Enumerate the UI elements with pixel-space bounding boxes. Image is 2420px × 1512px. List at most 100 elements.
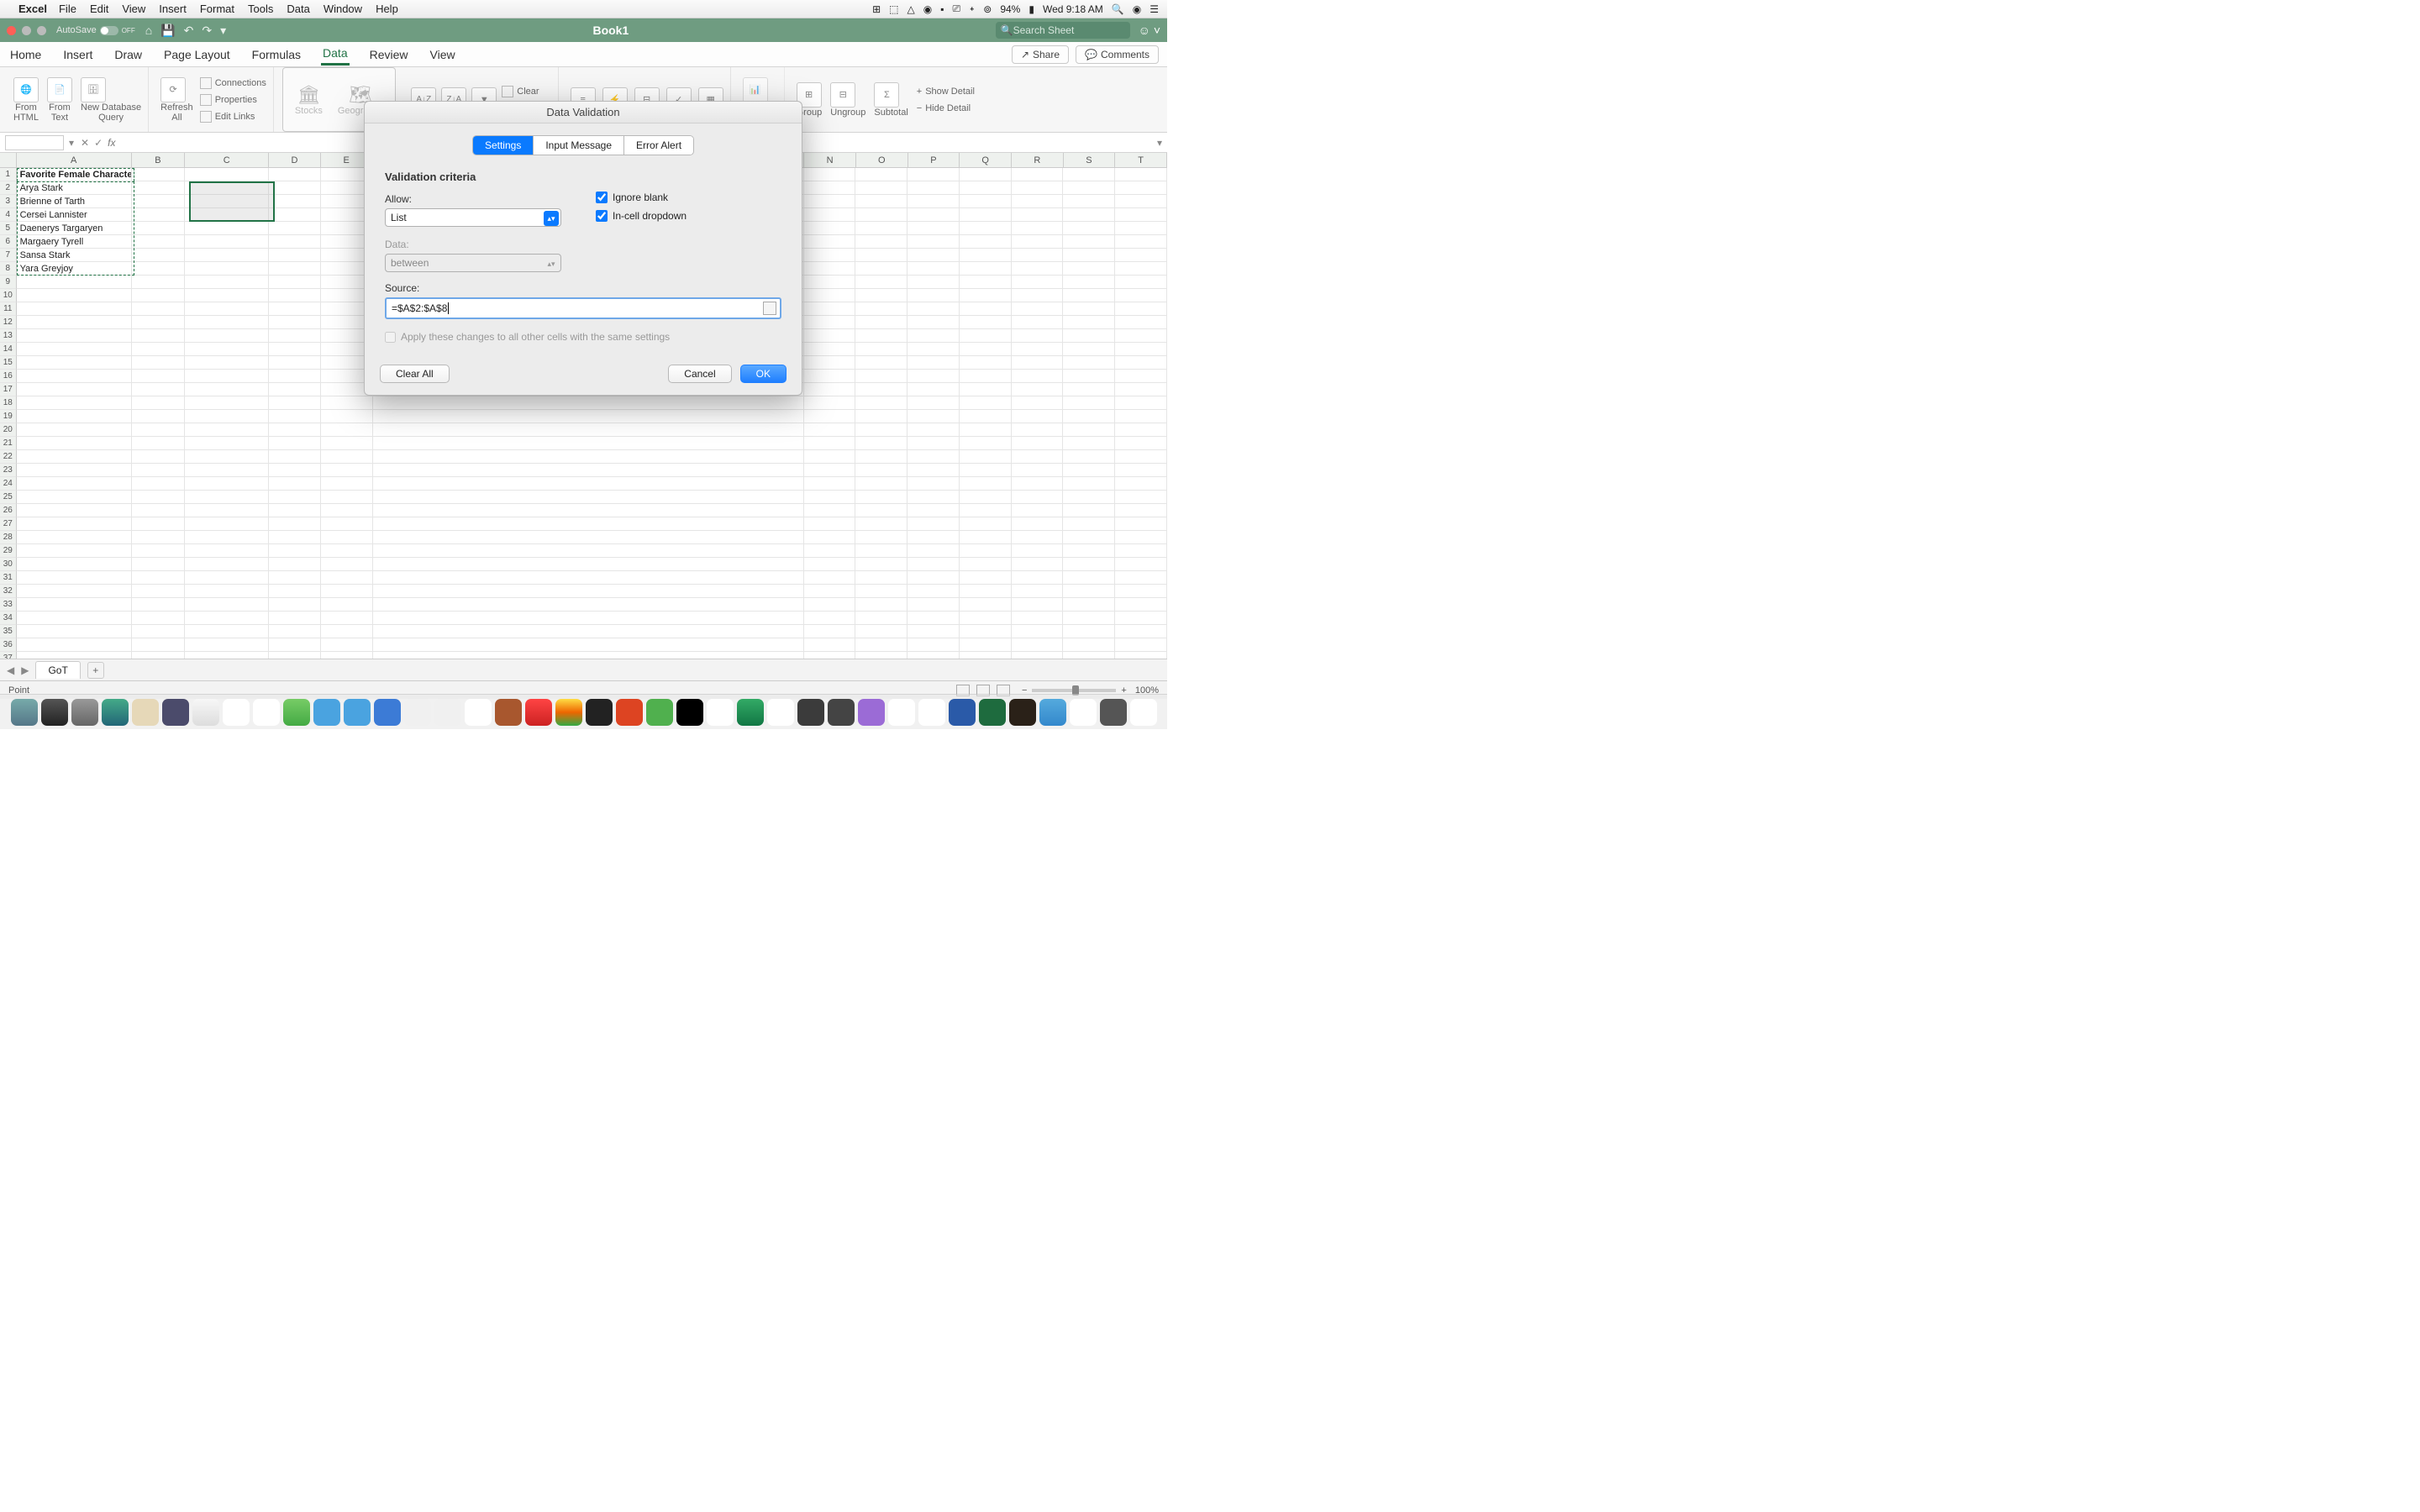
cell[interactable] <box>132 544 186 558</box>
dock-steam[interactable] <box>162 699 189 726</box>
cell[interactable] <box>804 396 856 410</box>
cell[interactable] <box>132 195 186 208</box>
cell[interactable] <box>804 195 856 208</box>
cell[interactable] <box>855 181 908 195</box>
dock-dictionary[interactable] <box>253 699 280 726</box>
cell[interactable] <box>1012 598 1064 612</box>
cell[interactable] <box>269 262 321 276</box>
row-header-35[interactable]: 35 <box>0 625 17 638</box>
cell[interactable] <box>804 612 856 625</box>
tab-insert[interactable]: Insert <box>61 45 94 65</box>
cell[interactable] <box>960 558 1012 571</box>
cell[interactable] <box>960 195 1012 208</box>
cell[interactable] <box>132 517 186 531</box>
minimize-window-button[interactable] <box>22 26 31 35</box>
cell[interactable] <box>804 558 856 571</box>
cell[interactable] <box>1063 504 1115 517</box>
cell[interactable]: Sansa Stark <box>17 249 132 262</box>
cc-icon[interactable]: ◉ <box>923 3 932 15</box>
cell[interactable] <box>804 302 856 316</box>
dock-obs[interactable] <box>828 699 855 726</box>
tab-formulas[interactable]: Formulas <box>250 45 302 65</box>
cell[interactable] <box>185 598 269 612</box>
cell[interactable] <box>269 531 321 544</box>
cell[interactable] <box>132 208 186 222</box>
cell[interactable] <box>132 585 186 598</box>
cell[interactable] <box>321 625 373 638</box>
cell[interactable] <box>804 208 856 222</box>
cell[interactable] <box>269 235 321 249</box>
cell[interactable] <box>960 396 1012 410</box>
cell[interactable] <box>908 585 960 598</box>
cell[interactable] <box>321 517 373 531</box>
airplay-icon[interactable]: ⎚ <box>952 3 960 15</box>
cell[interactable] <box>908 195 960 208</box>
cell[interactable] <box>855 343 908 356</box>
dock-preview[interactable] <box>223 699 250 726</box>
cell[interactable] <box>321 652 373 659</box>
cell[interactable] <box>804 504 856 517</box>
cell[interactable] <box>373 477 804 491</box>
row-header-10[interactable]: 10 <box>0 289 17 302</box>
cell[interactable] <box>855 208 908 222</box>
new-db-query-icon[interactable]: 🗄 <box>81 77 106 102</box>
cell[interactable] <box>269 571 321 585</box>
in-cell-dropdown-checkbox[interactable]: In-cell dropdown <box>596 210 781 222</box>
col-header-O[interactable]: O <box>856 153 908 167</box>
cell[interactable] <box>908 437 960 450</box>
cell[interactable] <box>269 383 321 396</box>
dock-facetime[interactable] <box>555 699 582 726</box>
cell[interactable] <box>1063 302 1115 316</box>
cell[interactable] <box>185 437 269 450</box>
cell[interactable] <box>1012 491 1064 504</box>
row-header-36[interactable]: 36 <box>0 638 17 652</box>
cell[interactable] <box>908 558 960 571</box>
edit-links-button[interactable]: Edit Links <box>200 110 266 123</box>
cell[interactable] <box>1063 235 1115 249</box>
cell[interactable] <box>960 356 1012 370</box>
cell[interactable] <box>373 612 804 625</box>
cell[interactable] <box>132 491 186 504</box>
cell[interactable] <box>908 491 960 504</box>
tab-view[interactable]: View <box>429 45 457 65</box>
cell[interactable] <box>132 625 186 638</box>
cell[interactable] <box>17 612 132 625</box>
cell[interactable] <box>132 181 186 195</box>
cell[interactable] <box>321 464 373 477</box>
cell[interactable] <box>1063 356 1115 370</box>
cell[interactable] <box>908 168 960 181</box>
menu-insert[interactable]: Insert <box>159 3 187 15</box>
cell[interactable] <box>269 195 321 208</box>
stocks-icon[interactable]: 🏛 <box>295 84 323 106</box>
cell[interactable]: Arya Stark <box>17 181 132 195</box>
cell[interactable] <box>1115 423 1167 437</box>
cell[interactable] <box>908 450 960 464</box>
dock-airdrop[interactable] <box>374 699 401 726</box>
cell[interactable] <box>960 249 1012 262</box>
cell[interactable] <box>908 598 960 612</box>
cell[interactable] <box>908 464 960 477</box>
autosave-switch[interactable] <box>100 26 118 35</box>
cancel-button[interactable]: Cancel <box>668 365 731 383</box>
cell[interactable] <box>1115 585 1167 598</box>
cell[interactable] <box>908 410 960 423</box>
cell[interactable] <box>908 571 960 585</box>
cell[interactable] <box>132 598 186 612</box>
cell[interactable]: Cersei Lannister <box>17 208 132 222</box>
cell[interactable] <box>804 491 856 504</box>
cell[interactable] <box>960 477 1012 491</box>
cell[interactable] <box>132 302 186 316</box>
row-header-6[interactable]: 6 <box>0 235 17 249</box>
cell[interactable] <box>1063 625 1115 638</box>
cell[interactable] <box>269 249 321 262</box>
search-sheet-input[interactable]: 🔍 Search Sheet <box>996 22 1130 39</box>
sheet-nav-prev-icon[interactable]: ◀ <box>7 664 14 676</box>
cell[interactable] <box>855 598 908 612</box>
cell[interactable] <box>185 531 269 544</box>
cell[interactable] <box>1115 235 1167 249</box>
cell[interactable] <box>132 249 186 262</box>
clear-all-button[interactable]: Clear All <box>380 365 450 383</box>
cell[interactable] <box>960 450 1012 464</box>
cell[interactable] <box>908 208 960 222</box>
cell[interactable] <box>855 396 908 410</box>
